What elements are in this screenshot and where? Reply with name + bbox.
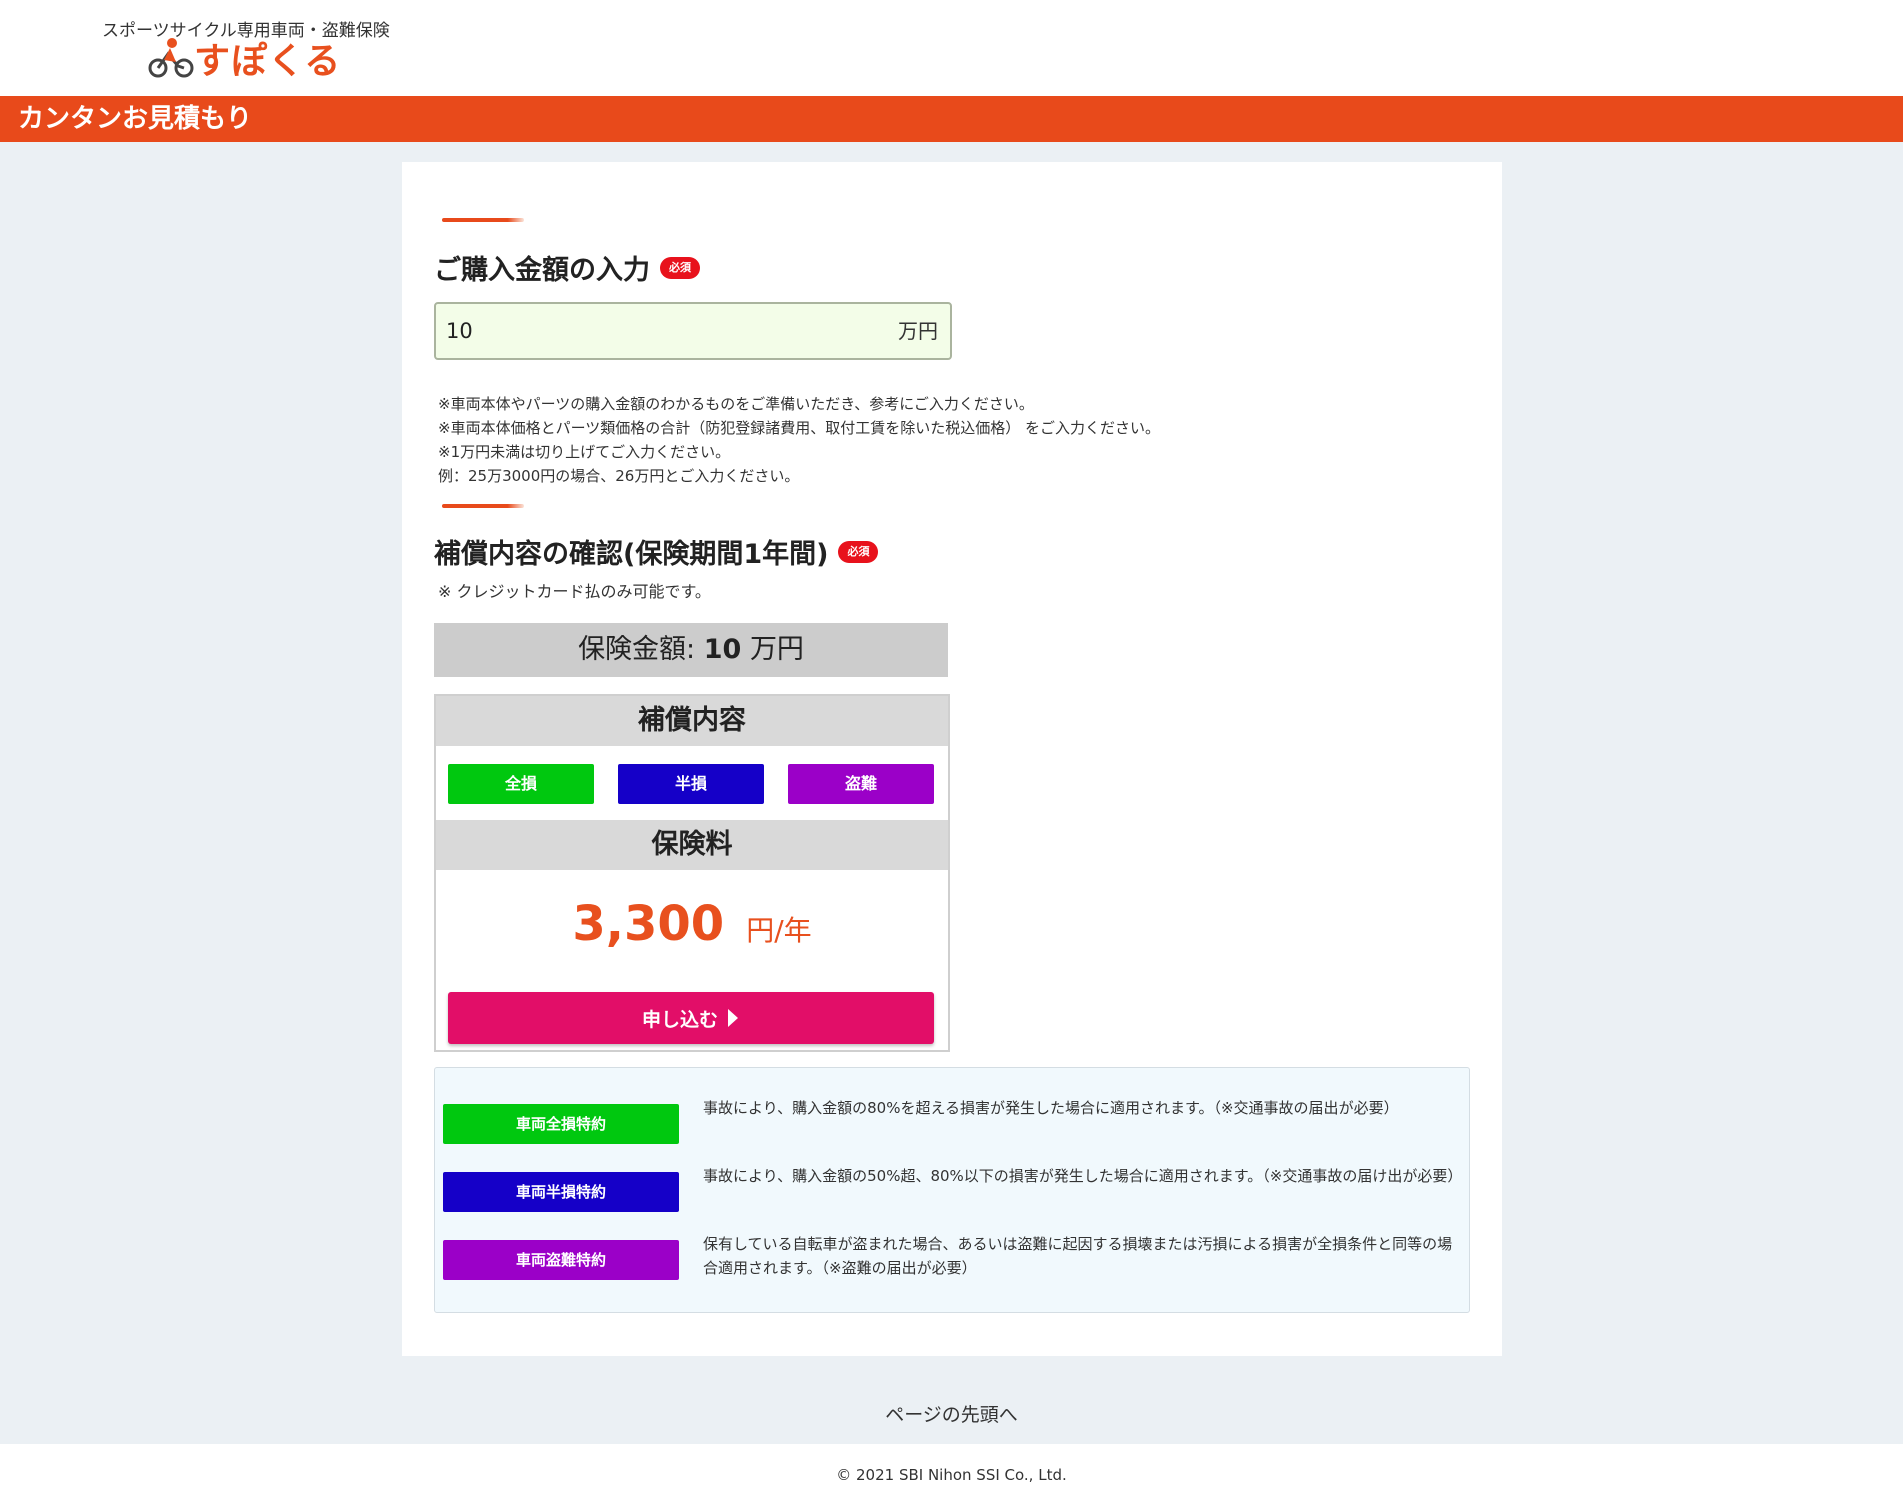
- coverage-panel-header: 補償内容: [436, 696, 948, 746]
- legend-desc-total-loss: 事故により、購入金額の80%を超える損害が発生した場合に適用されます。（※交通事…: [703, 1099, 1399, 1117]
- logo[interactable]: すぽくる: [148, 36, 341, 82]
- page-top-link[interactable]: ページの先頭へ: [0, 1400, 1903, 1427]
- logo-name: すぽくる: [194, 41, 342, 82]
- insured-amount-bar: 保険金額: 10 万円: [434, 623, 948, 677]
- chip-partial-loss[interactable]: 半損: [618, 764, 764, 804]
- premium-value: 3,300: [572, 896, 725, 952]
- site-header: スポーツサイクル専用車両・盗難保険 すぽくる: [0, 0, 1903, 96]
- purchase-amount-input[interactable]: [446, 304, 846, 358]
- sum-value: 10: [703, 634, 742, 665]
- coverage-title-text: 補償内容の確認(保険期間1年間): [434, 539, 829, 570]
- apply-button[interactable]: 申し込む: [448, 992, 934, 1044]
- purchase-notes: ※車両本体やパーツの購入金額のわかるものをご準備いただき、参考にご入力ください。…: [438, 392, 1160, 488]
- site-footer: © 2021 SBI Nihon SSI Co., Ltd.: [0, 1444, 1903, 1507]
- section-accent-line: [442, 504, 524, 508]
- legend-desc-theft: 保有している自転車が盗まれた場合、あるいは盗難に起因する損壊または汚損による損害…: [703, 1235, 1453, 1277]
- purchase-title-text: ご購入金額の入力: [434, 255, 650, 286]
- apply-button-label: 申し込む: [641, 1008, 718, 1031]
- note-line: ※1万円未満は切り上げてご入力ください。: [438, 443, 731, 461]
- chip-total-loss[interactable]: 全損: [448, 764, 594, 804]
- purchase-amount-field[interactable]: 万円: [434, 302, 952, 360]
- legend-chip-theft: 車両盗難特約: [443, 1240, 679, 1280]
- purchase-section-title: ご購入金額の入力 必須: [434, 248, 700, 287]
- note-line: 例：25万3000円の場合、26万円とご入力ください。: [438, 467, 800, 485]
- legend-desc-partial-loss: 事故により、購入金額の50%超、80%以下の損害が発生した場合に適用されます。（…: [703, 1167, 1463, 1185]
- bicycle-rider-icon: [148, 38, 194, 78]
- amount-unit-label: 万円: [898, 319, 938, 343]
- coverage-legend: 車両全損特約 事故により、購入金額の80%を超える損害が発生した場合に適用されま…: [434, 1067, 1470, 1313]
- title-band: カンタンお見積もり: [0, 96, 1903, 142]
- premium-header: 保険料: [436, 820, 948, 870]
- required-badge: 必須: [838, 540, 879, 563]
- chip-theft[interactable]: 盗難: [788, 764, 934, 804]
- premium-unit: 円/年: [746, 914, 812, 947]
- sum-unit: 万円: [749, 634, 804, 665]
- coverage-panel: 補償内容 全損 半損 盗難 保険料 3,300 円/年 申し込む: [434, 694, 950, 1052]
- coverage-section-title: 補償内容の確認(保険期間1年間) 必須: [434, 532, 879, 571]
- credit-card-note: ※ クレジットカード払のみ可能です。: [438, 582, 711, 601]
- required-badge: 必須: [660, 256, 700, 279]
- play-arrow-icon: [728, 1009, 738, 1027]
- premium-price: 3,300 円/年: [436, 896, 948, 952]
- legend-chip-partial-loss: 車両半損特約: [443, 1172, 679, 1212]
- note-line: ※車両本体やパーツの購入金額のわかるものをご準備いただき、参考にご入力ください。: [438, 395, 1034, 413]
- copyright: © 2021 SBI Nihon SSI Co., Ltd.: [836, 1466, 1067, 1484]
- legend-chip-total-loss: 車両全損特約: [443, 1104, 679, 1144]
- estimate-card: ご購入金額の入力 必須 万円 ※車両本体やパーツの購入金額のわかるものをご準備い…: [402, 162, 1502, 1356]
- sum-label: 保険金額:: [578, 634, 696, 665]
- note-line: ※車両本体価格とパーツ類価格の合計（防犯登録諸費用、取付工賃を除いた税込価格） …: [438, 419, 1161, 437]
- page-title: カンタンお見積もり: [18, 104, 253, 134]
- section-accent-line: [442, 218, 524, 222]
